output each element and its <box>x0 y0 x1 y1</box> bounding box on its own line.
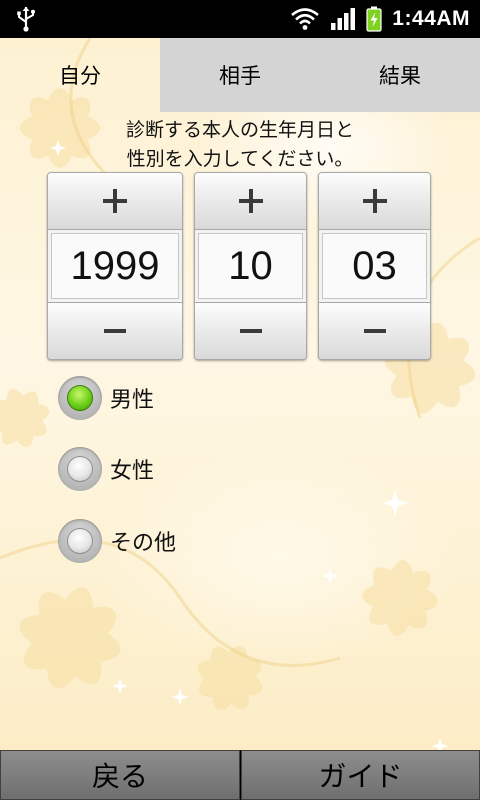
tab-bar: 自分 相手 結果 <box>0 38 480 112</box>
year-increment-button[interactable] <box>48 173 182 230</box>
radio-label: 男性 <box>110 388 155 413</box>
minus-icon <box>363 329 386 333</box>
day-stepper: 03 <box>318 172 431 360</box>
tab-partner[interactable]: 相手 <box>160 38 320 112</box>
day-value: 03 <box>322 233 427 299</box>
tab-result[interactable]: 結果 <box>320 38 480 112</box>
guide-button[interactable]: ガイド <box>241 750 480 800</box>
month-stepper: 10 <box>194 172 307 360</box>
minus-icon <box>104 329 126 333</box>
signal-icon <box>331 8 356 30</box>
year-value: 1999 <box>51 233 179 299</box>
status-bar: 1:44AM <box>0 0 480 38</box>
year-decrement-button[interactable] <box>48 302 182 359</box>
radio-unchecked-dot <box>67 528 93 554</box>
plus-icon <box>238 189 263 213</box>
instruction-line-2: 性別を入力してください。 <box>126 148 354 170</box>
radio-other[interactable]: その他 <box>58 518 176 564</box>
radio-male[interactable]: 男性 <box>58 375 154 421</box>
radio-label: 女性 <box>110 459 155 484</box>
plus-icon <box>103 189 127 213</box>
radio-button[interactable] <box>58 519 102 563</box>
year-stepper: 1999 <box>47 172 183 360</box>
tab-label: 自分 <box>59 64 101 88</box>
back-button[interactable]: 戻る <box>0 750 240 800</box>
month-decrement-button[interactable] <box>195 302 306 359</box>
day-decrement-button[interactable] <box>319 302 430 359</box>
radio-female[interactable]: 女性 <box>58 446 154 492</box>
instruction-text: 診断する本人の生年月日と 性別を入力してください。 <box>0 116 480 174</box>
day-increment-button[interactable] <box>319 173 430 230</box>
minus-icon <box>239 329 262 333</box>
clock: 1:44AM <box>392 7 470 30</box>
radio-checked-dot <box>67 385 93 411</box>
radio-button[interactable] <box>58 376 102 420</box>
instruction-line-1: 診断する本人の生年月日と <box>125 119 354 141</box>
radio-button[interactable] <box>58 447 102 491</box>
month-value: 10 <box>198 233 303 299</box>
wifi-icon <box>291 8 320 30</box>
tab-label: 結果 <box>379 64 421 88</box>
radio-unchecked-dot <box>67 456 93 482</box>
radio-label: その他 <box>110 531 177 556</box>
plus-icon <box>362 189 387 213</box>
month-increment-button[interactable] <box>195 173 306 230</box>
tab-self[interactable]: 自分 <box>0 38 160 112</box>
tab-label: 相手 <box>219 64 261 88</box>
usb-icon <box>17 7 35 32</box>
battery-charging-icon <box>366 6 382 32</box>
